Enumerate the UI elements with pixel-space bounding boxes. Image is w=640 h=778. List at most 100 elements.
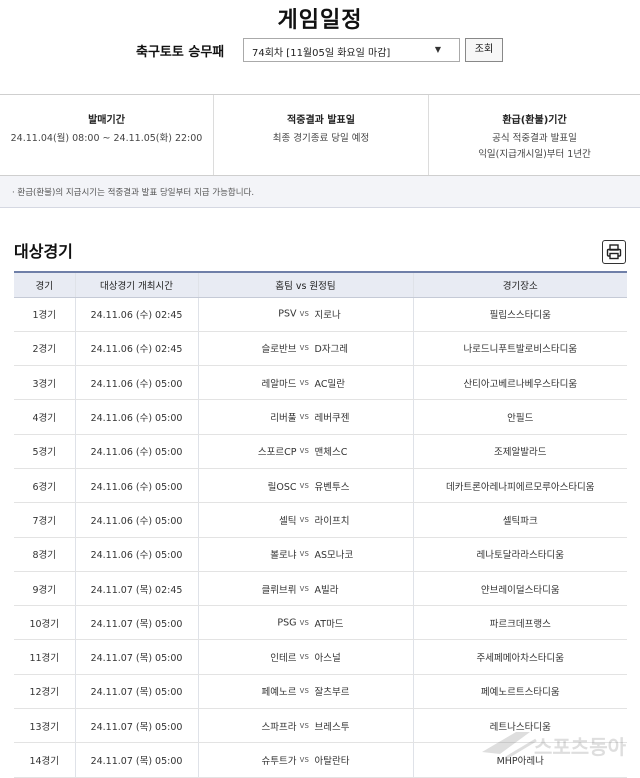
section-title: 대상경기	[14, 242, 73, 261]
home-team: 스파프라	[261, 721, 297, 733]
home-team: 볼로냐	[270, 550, 297, 562]
game-number: 13경기	[14, 708, 75, 744]
game-time: 24.11.07 (목) 02:45	[74, 571, 198, 607]
vs-label: vs	[299, 583, 309, 594]
away-team: A빌라	[314, 584, 339, 596]
vs-label: vs	[299, 343, 309, 354]
away-team: AS모나코	[314, 550, 354, 562]
game-type-label: 축구토토 승무패	[136, 45, 225, 60]
home-team: 슬로반브	[261, 344, 297, 356]
home-team: 레알마드	[261, 378, 297, 390]
away-team: AT마드	[314, 618, 344, 630]
match-teams: PSG vs AT마드	[197, 605, 413, 641]
game-time: 24.11.06 (수) 05:00	[74, 399, 198, 435]
venue: 셀틱파크	[412, 502, 627, 538]
vs-label: vs	[299, 686, 309, 697]
games-table-body: 1경기 24.11.06 (수) 02:45 PSV vs 지로나 필립스스타디움 2경기 2…	[14, 297, 627, 778]
home-team: PSG	[277, 617, 297, 629]
away-team: 유벤투스	[314, 481, 350, 493]
table-row: 5경기 24.11.06 (수) 05:00 스포르CP vs 맨체스C 조제알발라드	[14, 434, 627, 469]
vs-label: vs	[299, 755, 309, 765]
vs-label: vs	[299, 652, 309, 663]
refund-notice: · 환급(환불)의 지급시기는 적중결과 발표 당일부터 지급 가능합니다.	[12, 188, 255, 198]
venue: 주세페메아차스타디움	[412, 639, 627, 675]
game-time: 24.11.07 (목) 05:00	[74, 674, 198, 710]
sale-info-box: 발매기간 24.11.04(월) 08:00 ~ 24.11.05(화) 22:…	[0, 94, 640, 176]
away-team: D자그레	[314, 344, 349, 356]
game-number: 7경기	[14, 502, 75, 538]
match-teams: 스파프라 vs 브레스투	[197, 708, 413, 744]
game-number: 3경기	[14, 365, 75, 401]
home-team: 인테르	[270, 653, 297, 665]
away-team: 레버쿠젠	[314, 413, 350, 425]
home-team: 슈투트가	[261, 756, 297, 767]
print-button[interactable]	[602, 240, 626, 264]
printer-icon	[606, 244, 622, 260]
venue: 필립스스타디움	[412, 297, 627, 332]
match-teams: 릴OSC vs 유벤투스	[197, 468, 413, 504]
match-teams: 셀틱 vs 라이프치	[197, 502, 413, 538]
match-teams: PSV vs 지로나	[197, 297, 413, 332]
away-team: 잘츠부르	[314, 687, 350, 699]
match-teams: 리버풀 vs 레버쿠젠	[197, 399, 413, 435]
game-time: 24.11.07 (목) 05:00	[74, 708, 198, 744]
vs-label: vs	[299, 549, 309, 560]
header-teams: 홈팀 vs 원정팀	[197, 271, 413, 298]
venue: 조제알발라드	[412, 434, 627, 469]
game-number: 9경기	[14, 571, 75, 607]
result-date-heading: 적중결과 발표일	[287, 115, 355, 126]
match-teams: 레알마드 vs AC밀란	[197, 365, 413, 401]
vs-label: vs	[299, 480, 309, 491]
result-date-value: 최종 경기종료 당일 예정	[272, 133, 370, 144]
home-team: 페예노르	[261, 687, 297, 699]
match-teams: 페예노르 vs 잘츠부르	[197, 674, 413, 710]
home-team: 클뤼브뤼	[261, 584, 297, 596]
header-time: 대상경기 개최시간	[74, 271, 198, 298]
svg-text:스포츠동아: 스포츠동아	[534, 735, 627, 759]
game-time: 24.11.06 (수) 05:00	[74, 537, 198, 572]
table-row: 1경기 24.11.06 (수) 02:45 PSV vs 지로나 필립스스타디움	[14, 297, 627, 332]
away-team: 지로나	[314, 310, 341, 322]
game-number: 6경기	[14, 468, 75, 504]
away-team: 라이프치	[314, 515, 350, 527]
vs-label: vs	[299, 377, 309, 388]
vs-label: vs	[299, 720, 309, 731]
refund-period-line-1: 공식 적중결과 발표일	[492, 133, 577, 144]
away-team: 아스널	[314, 653, 341, 665]
table-row: 8경기 24.11.06 (수) 05:00 볼로냐 vs AS모나코 레나토달라라스타디…	[14, 537, 627, 572]
search-button[interactable]: 조회	[465, 38, 503, 62]
caret-down-icon: ▼	[434, 45, 441, 54]
vs-label: vs	[299, 412, 309, 423]
refund-period-line-2: 익일(지급개시일)부터 1년간	[478, 149, 591, 160]
venue: 안필드	[412, 399, 627, 435]
game-time: 24.11.07 (목) 05:00	[74, 605, 198, 641]
vs-label: vs	[299, 617, 309, 628]
table-row: 4경기 24.11.06 (수) 05:00 리버풀 vs 레버쿠젠 안필드	[14, 399, 627, 435]
table-row: 11경기 24.11.07 (목) 05:00 인테르 vs 아스널 주세페메아차스타디움	[14, 639, 627, 675]
table-row: 3경기 24.11.06 (수) 05:00 레알마드 vs AC밀란 산티아고베르나베우…	[14, 365, 627, 401]
match-teams: 슬로반브 vs D자그레	[197, 331, 413, 367]
venue: 파르크데프랭스	[412, 605, 627, 641]
match-teams: 클뤼브뤼 vs A빌라	[197, 571, 413, 607]
table-row: 9경기 24.11.07 (목) 02:45 클뤼브뤼 vs A빌라 얀브레이덜스타디움	[14, 571, 627, 607]
refund-period-info: 환급(환불)기간 공식 적중결과 발표일 익일(지급개시일)부터 1년간	[428, 95, 640, 175]
round-select-dropdown[interactable]: 74회차 [11월05일 화요일 마감] ▼	[243, 38, 460, 62]
watermark-logo: 스포츠동아	[482, 732, 627, 760]
away-team: 브레스투	[314, 721, 350, 733]
table-row: 10경기 24.11.07 (목) 05:00 PSG vs AT마드 파르크데프랭스	[14, 605, 627, 641]
away-team: 아탈란타	[314, 756, 350, 767]
target-games-table: 경기 대상경기 개최시간 홈팀 vs 원정팀 경기장소 1경기 24.11.06 …	[14, 271, 627, 778]
game-number: 10경기	[14, 605, 75, 641]
vs-label: vs	[299, 446, 309, 457]
game-number: 14경기	[14, 742, 75, 778]
sale-period-value: 24.11.04(월) 08:00 ~ 24.11.05(화) 22:00	[10, 133, 203, 144]
header-venue: 경기장소	[412, 271, 627, 298]
game-number: 11경기	[14, 639, 75, 675]
header-game: 경기	[14, 271, 75, 298]
venue: 얀브레이덜스타디움	[412, 571, 627, 607]
home-team: 리버풀	[270, 413, 297, 425]
game-number: 12경기	[14, 674, 75, 710]
match-teams: 볼로냐 vs AS모나코	[197, 537, 413, 572]
refund-period-heading: 환급(환불)기간	[502, 115, 567, 126]
match-teams: 스포르CP vs 맨체스C	[197, 434, 413, 469]
